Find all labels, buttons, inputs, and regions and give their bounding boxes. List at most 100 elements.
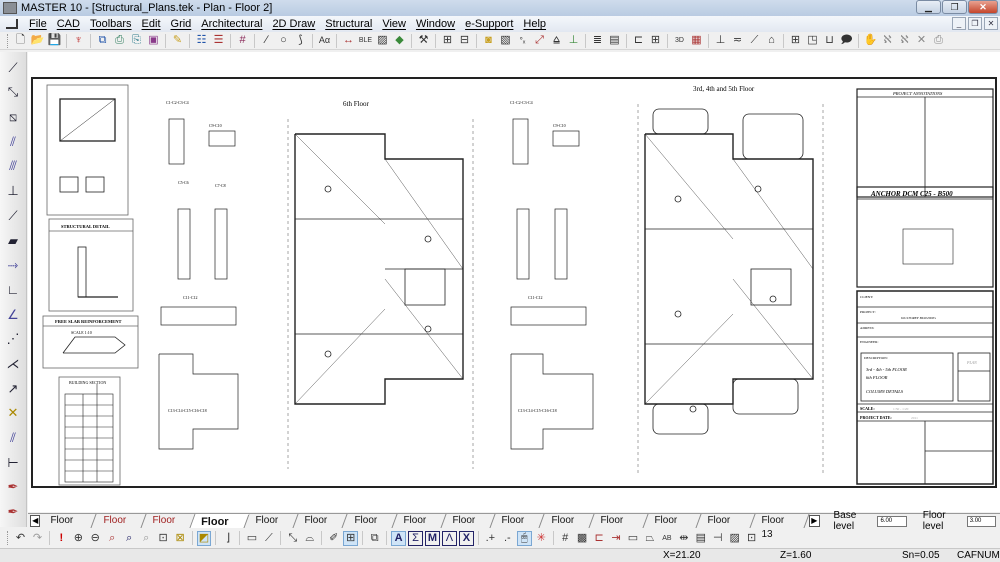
wall-icon[interactable]: ⟋ xyxy=(747,33,762,48)
foundation-icon[interactable]: ⊥ xyxy=(713,33,728,48)
menu-toolbars[interactable]: Toolbars xyxy=(85,18,137,30)
column-snap-icon[interactable]: ⊣ xyxy=(710,531,725,546)
menu-architectural[interactable]: Architectural xyxy=(196,18,267,30)
arrow-line-icon[interactable]: ↗ xyxy=(3,379,23,398)
line-segment-icon[interactable]: ⟋ xyxy=(3,58,23,77)
ortho-icon[interactable]: ⌋ xyxy=(220,531,235,546)
block-snap-icon[interactable]: ▤ xyxy=(693,531,708,546)
ruler-icon[interactable]: ▭ xyxy=(244,531,259,546)
eraser-icon[interactable]: ▰ xyxy=(3,231,23,250)
menu-help[interactable]: Help xyxy=(518,18,551,30)
tab-floor-12[interactable]: Floor 12 xyxy=(696,514,756,540)
snap-toggle-icon[interactable]: ◙ xyxy=(481,33,496,48)
point-minus-icon[interactable]: .- xyxy=(500,531,515,546)
beam-icon[interactable]: ⊏ xyxy=(631,33,646,48)
print-icon[interactable]: ⎙ xyxy=(112,33,127,48)
parallel-line-icon[interactable]: ⫽ xyxy=(3,132,23,151)
aligned-dimension-icon[interactable]: ⤢ xyxy=(532,33,547,48)
arc-tool-icon[interactable]: ⌓ xyxy=(302,531,317,546)
angle-line-icon[interactable]: ∠ xyxy=(3,305,23,324)
zoom-walk-icon[interactable]: ℵ xyxy=(880,33,895,48)
line-icon[interactable]: ∕ xyxy=(259,33,274,48)
dashed-line-icon[interactable]: ⋰ xyxy=(3,330,23,349)
arc-icon[interactable]: ⟆ xyxy=(293,33,308,48)
dimension-snap-icon[interactable]: ⇹ xyxy=(676,531,691,546)
doc-restore-button[interactable]: ❐ xyxy=(968,17,982,30)
exclamation-icon[interactable]: ! xyxy=(54,531,69,546)
stair-icon[interactable]: ≂ xyxy=(730,33,745,48)
print-preview-icon[interactable]: ⎘ xyxy=(129,33,144,48)
column-list-icon[interactable]: ≣ xyxy=(590,33,605,48)
grid-snap-icon[interactable]: # xyxy=(558,531,573,546)
open-folder-icon[interactable]: 📂 xyxy=(30,33,45,48)
cad-symbol-icon[interactable]: ♆ xyxy=(71,33,86,48)
export-icon[interactable]: ▣ xyxy=(146,33,161,48)
text-x-icon[interactable]: X xyxy=(458,530,474,546)
menu-cad[interactable]: CAD xyxy=(52,18,85,30)
list-view-icon[interactable]: ☷ xyxy=(194,33,209,48)
pick-point-icon[interactable]: ✒ xyxy=(3,502,23,521)
copy-icon[interactable]: ⧉ xyxy=(95,33,110,48)
roof-icon[interactable]: ⌂ xyxy=(764,33,779,48)
tab-floor-7[interactable]: Floor 7 xyxy=(441,514,496,540)
beam-snap-icon[interactable]: ⊏ xyxy=(592,531,607,546)
frame-icon[interactable]: ▧ xyxy=(498,33,513,48)
measure-icon[interactable]: ⊢ xyxy=(3,453,23,472)
document-icon[interactable] xyxy=(6,19,18,29)
calculator-icon[interactable]: ▤ xyxy=(607,33,622,48)
copy-layer-icon[interactable]: ⧉ xyxy=(367,531,382,546)
column-bracket-icon[interactable]: ⊔ xyxy=(822,33,837,48)
tab-floor-13[interactable]: Floor 13 xyxy=(750,514,810,540)
cross-intersection-icon[interactable]: ✕ xyxy=(3,404,23,423)
extend-line-icon[interactable]: ⤑ xyxy=(3,256,23,275)
slab-grid-icon[interactable]: ⊞ xyxy=(648,33,663,48)
base-level-input[interactable]: 6.00 xyxy=(877,515,907,527)
tab-floor-11[interactable]: Floor 11 xyxy=(643,514,702,540)
menu-2d-draw[interactable]: 2D Draw xyxy=(267,18,320,30)
offset-line-icon[interactable]: ⫻ xyxy=(3,157,23,176)
line-tool-icon[interactable]: ⟋ xyxy=(261,531,276,546)
hatch-snap-icon[interactable]: ▩ xyxy=(575,531,590,546)
menu-view[interactable]: View xyxy=(377,18,411,30)
zoom-previous-icon[interactable]: ⌕ xyxy=(122,531,137,546)
tools-icon[interactable]: ⚒ xyxy=(416,33,431,48)
grid-hatch-icon[interactable]: # xyxy=(235,33,250,48)
pattern-snap-icon[interactable]: ▨ xyxy=(727,531,742,546)
doc-minimize-button[interactable]: _ xyxy=(952,17,966,30)
text-sigma-icon[interactable]: Σ xyxy=(408,530,424,546)
point-icon[interactable]: °ₓ xyxy=(515,33,530,48)
drawing-canvas[interactable]: 6th Floor 3rd, 4th and 5th Floor STRUCTU… xyxy=(28,52,1000,512)
tab-floor-1[interactable]: Floor 1 xyxy=(141,514,196,540)
mouse-icon[interactable]: 🖱 xyxy=(516,530,532,546)
tab-floor-6[interactable]: Floor 6 xyxy=(392,514,447,540)
node-line-icon[interactable]: ⟋ xyxy=(3,206,23,225)
tab-floor-5[interactable]: Floor 5 xyxy=(342,514,398,540)
corner-angle-icon[interactable]: ∟ xyxy=(3,280,23,299)
menu-edit[interactable]: Edit xyxy=(137,18,166,30)
menu-e-support[interactable]: e-Support xyxy=(460,18,518,30)
minimize-button[interactable]: ▁ xyxy=(916,0,941,14)
dimension-line-icon[interactable]: ⤡ xyxy=(3,83,23,102)
undo-icon[interactable]: ↶ xyxy=(13,531,28,546)
zoom-all-icon[interactable]: ⊠ xyxy=(173,531,188,546)
tab-floor-0[interactable]: Floor 0 xyxy=(91,514,147,540)
grid-toggle-icon[interactable]: ⊞ xyxy=(343,530,359,546)
tab-floor-8[interactable]: Floor 8 xyxy=(490,514,546,540)
pan-hand-icon[interactable]: ✋ xyxy=(863,33,878,48)
zoom-window-icon[interactable]: ⌕ xyxy=(105,531,120,546)
dimension-icon[interactable]: ↔ xyxy=(341,33,356,48)
tab-floor-10[interactable]: Floor 10 xyxy=(589,514,649,540)
menu-grid[interactable]: Grid xyxy=(166,18,197,30)
text-icon[interactable]: Aα xyxy=(317,33,332,48)
delete-icon[interactable]: ✕ xyxy=(914,33,929,48)
pick-color-icon[interactable]: ✒ xyxy=(3,478,23,497)
zoom-extents-icon[interactable]: ⊡ xyxy=(156,531,171,546)
tab-floor-2[interactable]: Floor 2 xyxy=(190,514,250,542)
point-plus-icon[interactable]: .+ xyxy=(483,531,498,546)
star-snap-icon[interactable]: ✳ xyxy=(534,531,549,546)
door-frame-icon[interactable]: ◳ xyxy=(805,33,820,48)
zoom-out-icon[interactable]: ⊖ xyxy=(88,531,103,546)
perpendicular-icon[interactable]: ⊥ xyxy=(3,181,23,200)
pencil-edit-icon[interactable]: ✎ xyxy=(170,33,185,48)
tab-floor-minus1[interactable]: Floor -1 xyxy=(39,514,98,540)
